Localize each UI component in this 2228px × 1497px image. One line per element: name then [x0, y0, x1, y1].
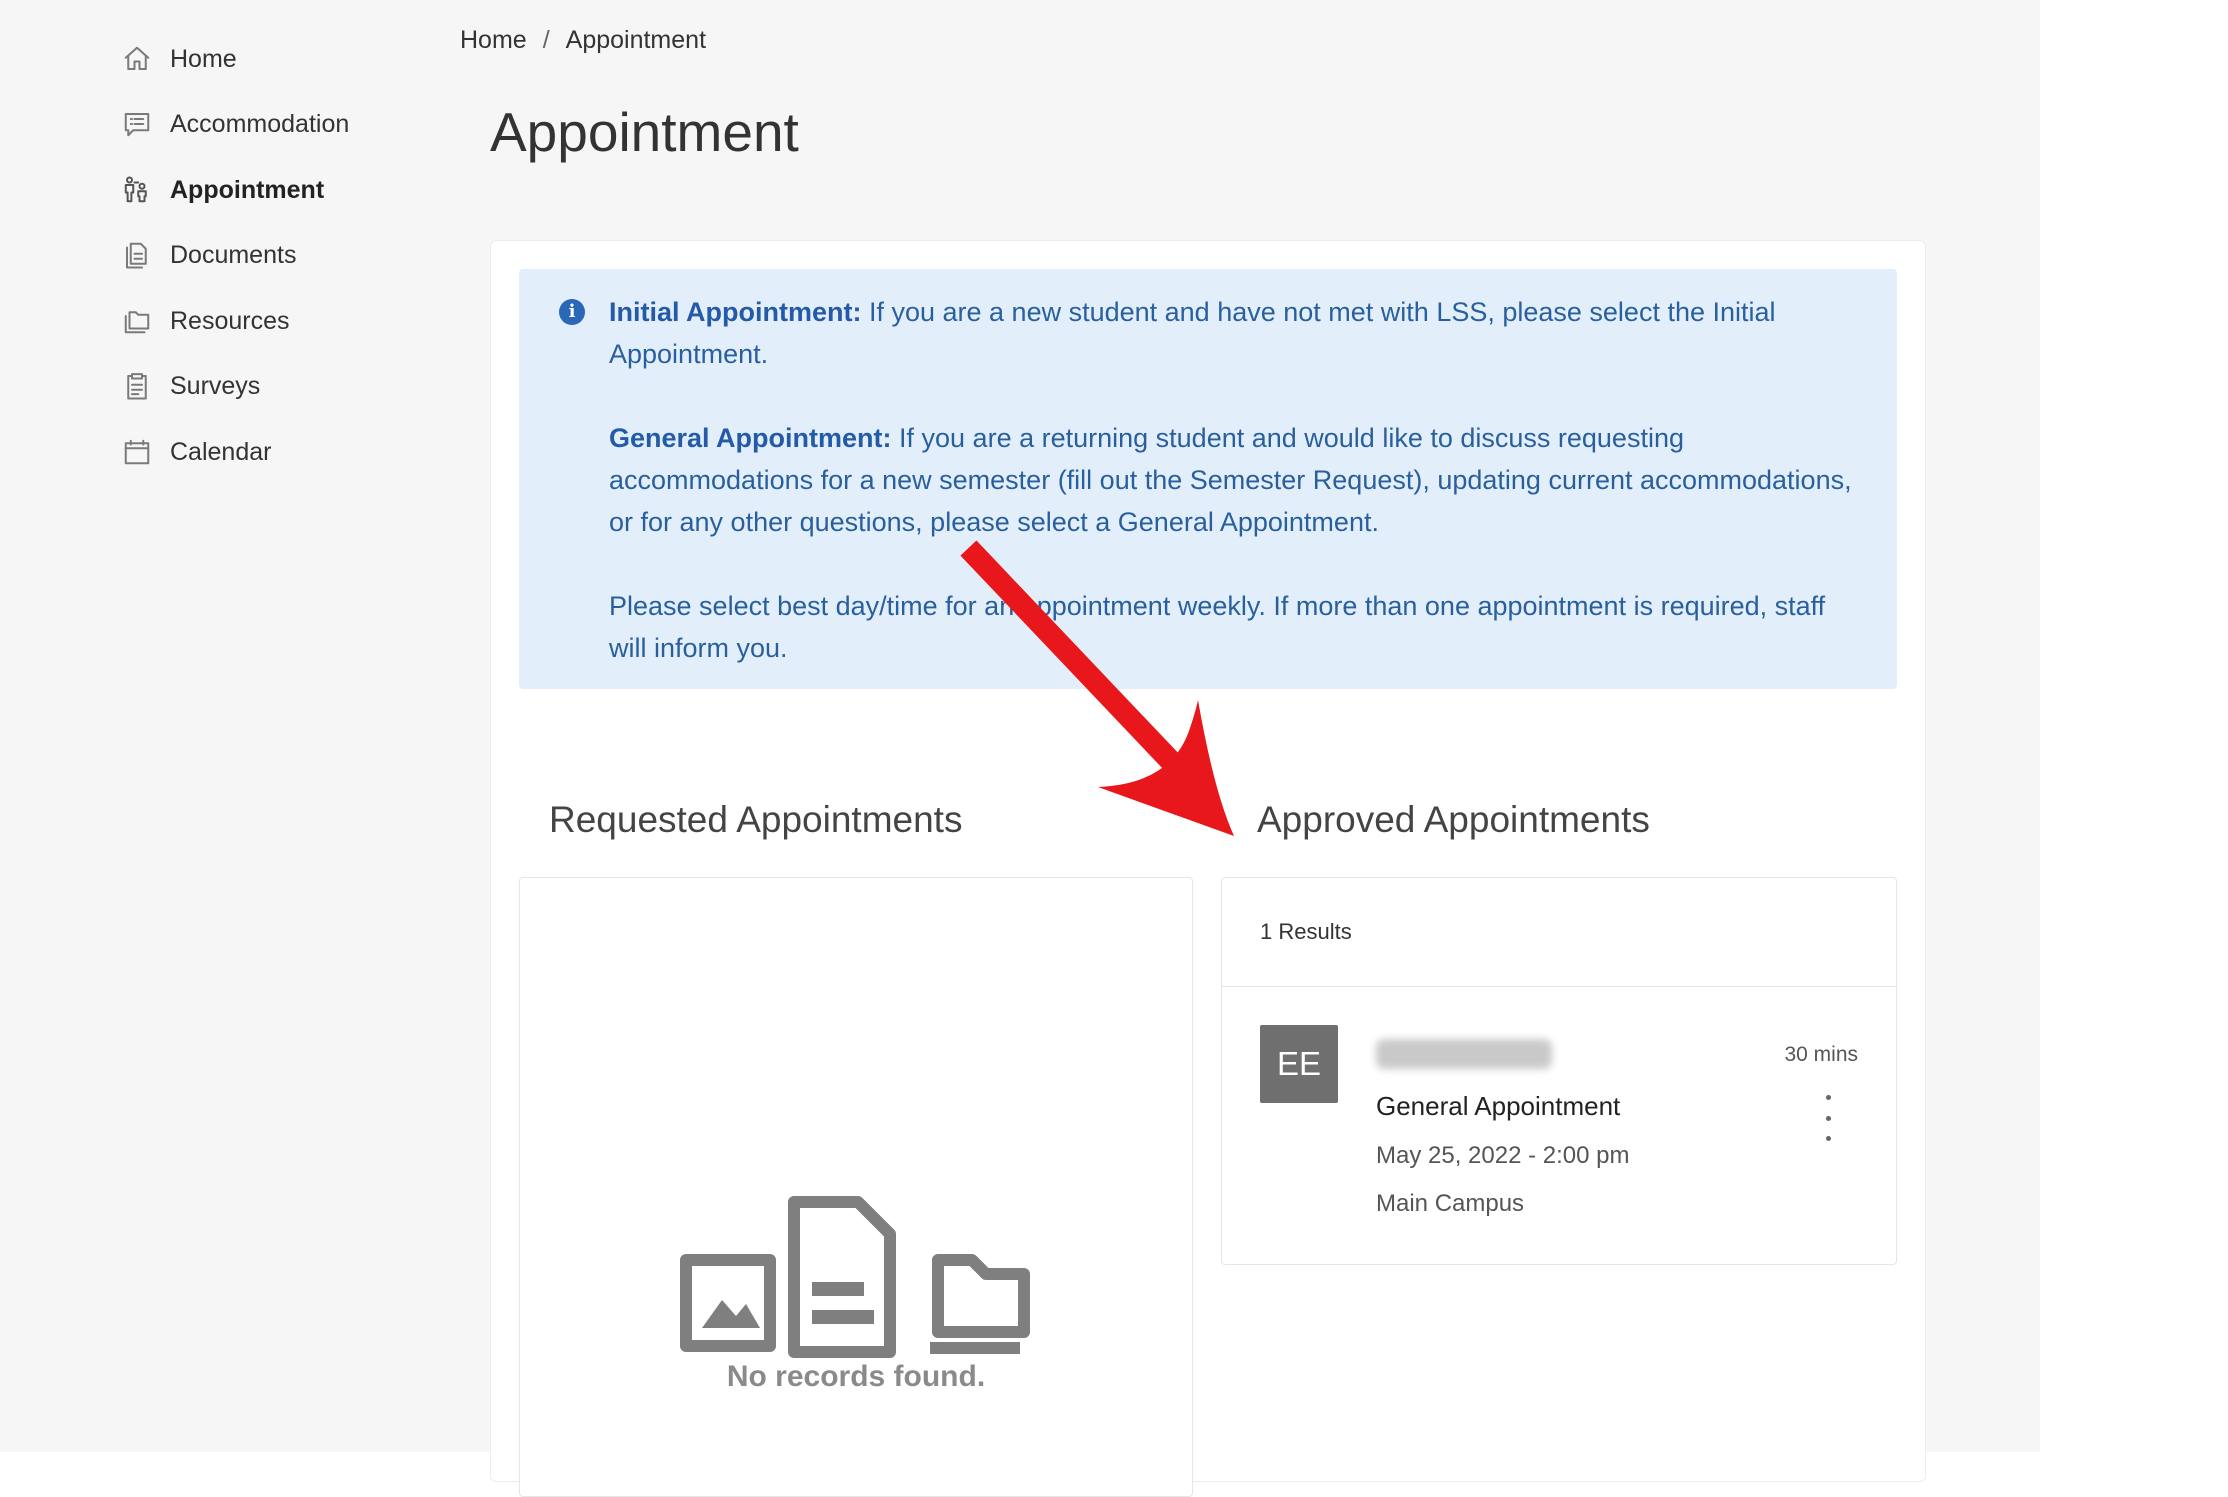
sidebar-item-label: Resources: [170, 306, 290, 335]
appointment-item[interactable]: EE 30 mins General Appointment May 25, 2…: [1222, 987, 1896, 1265]
sidebar-item-label: Home: [170, 44, 237, 73]
people-icon: [120, 173, 154, 207]
info-icon: i: [559, 299, 585, 325]
page-title: Appointment: [490, 101, 799, 163]
appointment-location: Main Campus: [1376, 1190, 1525, 1217]
more-options-icon[interactable]: [1818, 1095, 1838, 1141]
requested-appointments-title: Requested Appointments: [549, 799, 963, 840]
results-count: 1 Results: [1222, 878, 1896, 987]
weekly-appointment-info: Please select best day/time for an appoi…: [609, 591, 1826, 663]
sidebar-item-label: Appointment: [170, 175, 325, 204]
initial-appointment-info: Initial Appointment: If you are a new st…: [609, 291, 1857, 375]
no-records-message: No records found.: [726, 1360, 986, 1393]
breadcrumb-home-link[interactable]: Home: [460, 26, 527, 55]
breadcrumb-current: Appointment: [565, 26, 707, 54]
sidebar-item-appointment[interactable]: Appointment: [120, 165, 324, 215]
breadcrumb: Home / Appointment: [460, 26, 706, 55]
appointment-date: May 25, 2022 - 2:00 pm: [1376, 1142, 1630, 1169]
calendar-icon: [120, 435, 154, 469]
approved-appointments-panel: 1 Results EE 30 mins General Appointment…: [1221, 877, 1897, 1265]
empty-state-icon: [680, 1196, 1030, 1358]
requested-appointments-panel: No records found.: [519, 877, 1193, 1497]
approved-appointments-title: Approved Appointments: [1257, 799, 1650, 840]
document-icon: [120, 238, 154, 272]
home-icon: [120, 42, 154, 76]
sidebar-item-label: Accommodation: [170, 109, 350, 138]
general-appointment-title: General Appointment:: [609, 423, 892, 453]
list-icon: [120, 107, 154, 141]
sidebar-item-resources[interactable]: Resources: [120, 296, 290, 346]
sidebar-item-label: Surveys: [170, 371, 261, 400]
sidebar-item-accommodation[interactable]: Accommodation: [120, 99, 349, 149]
sidebar-item-label: Calendar: [170, 437, 272, 466]
folder-icon: [120, 304, 154, 338]
sidebar-item-home[interactable]: Home: [120, 34, 237, 84]
sidebar-item-surveys[interactable]: Surveys: [120, 361, 260, 411]
breadcrumb-separator: /: [542, 26, 550, 54]
sidebar-item-label: Documents: [170, 240, 297, 269]
info-alert: i Initial Appointment: If you are a new …: [519, 269, 1897, 689]
sidebar-item-documents[interactable]: Documents: [120, 230, 296, 280]
redacted-staff-name: [1376, 1039, 1552, 1069]
appointment-type: General Appointment: [1376, 1091, 1621, 1121]
general-appointment-info: General Appointment: If you are a return…: [609, 417, 1857, 543]
sidebar-item-calendar[interactable]: Calendar: [120, 427, 271, 477]
appointment-card: i Initial Appointment: If you are a new …: [490, 240, 1926, 1497]
sidebar: Home Accommodation Appointment Documents…: [0, 0, 440, 1452]
initial-appointment-title: Initial Appointment:: [609, 297, 862, 327]
clipboard-icon: [120, 369, 154, 403]
app-window: Home Accommodation Appointment Documents…: [0, 0, 2040, 1497]
avatar: EE: [1260, 1025, 1338, 1103]
appointment-duration: 30 mins: [1784, 1043, 1858, 1066]
